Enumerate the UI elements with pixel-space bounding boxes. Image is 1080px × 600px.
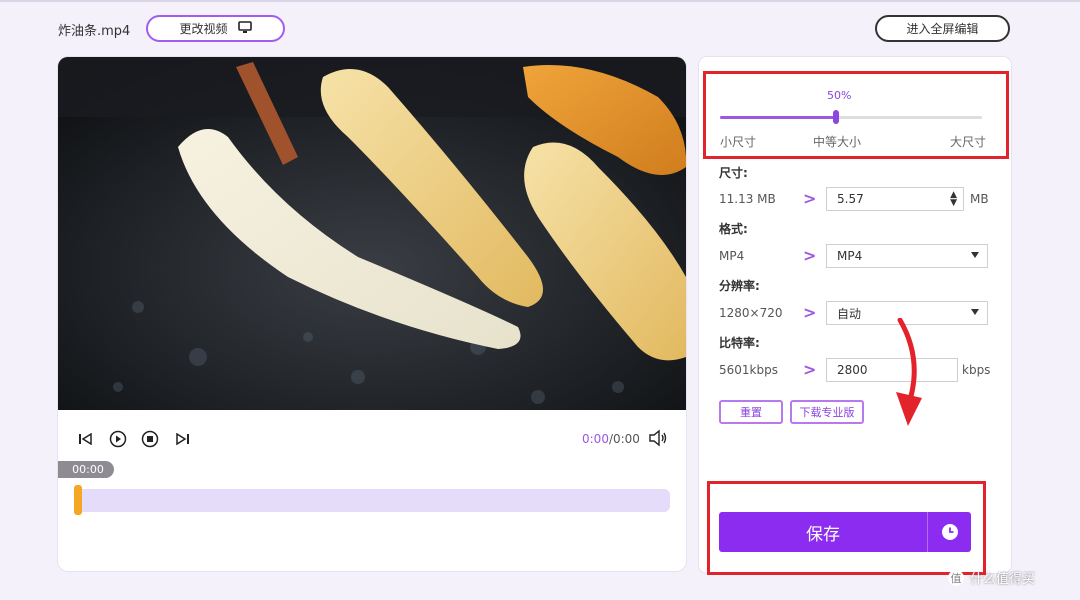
resolution-select-value: 自动 xyxy=(837,306,862,321)
play-icon[interactable] xyxy=(108,429,128,449)
video-panel: 0:00/0:00 00:00 xyxy=(58,57,686,571)
volume-icon[interactable] xyxy=(648,429,668,449)
bitrate-input-value: 2800 xyxy=(837,363,868,377)
resolution-title: 分辨率: xyxy=(719,279,760,293)
fullscreen-edit-button[interactable]: 进入全屏编辑 xyxy=(875,15,1010,42)
watermark-text: 什么值得买 xyxy=(970,572,1036,587)
resolution-original: 1280×720 xyxy=(719,306,783,320)
timeline-track[interactable] xyxy=(74,489,670,512)
file-name: 炸油条.mp4 xyxy=(58,24,131,39)
playback-controls xyxy=(76,429,192,449)
change-video-button[interactable]: 更改视频 xyxy=(146,15,285,42)
total-time: /0:00 xyxy=(608,432,640,446)
top-border xyxy=(0,0,1080,2)
reset-button[interactable]: 重置 xyxy=(719,400,783,424)
timeline-handle[interactable] xyxy=(74,485,82,515)
change-video-label: 更改视频 xyxy=(179,22,228,36)
highlight-box-slider xyxy=(703,71,1009,159)
format-select[interactable]: MP4 xyxy=(826,244,988,268)
skip-forward-icon[interactable] xyxy=(172,429,192,449)
bitrate-title: 比特率: xyxy=(719,336,760,350)
format-select-value: MP4 xyxy=(837,249,863,263)
time-display: 0:00/0:00 xyxy=(582,432,640,446)
monitor-icon xyxy=(237,20,252,37)
annotation-arrow xyxy=(896,318,922,426)
size-input[interactable]: 5.57 ▲ ▼ xyxy=(826,187,964,211)
chevron-right-icon: > xyxy=(803,303,817,322)
watermark: 值 什么值得买 xyxy=(948,568,1035,587)
size-original: 11.13 MB xyxy=(719,192,776,206)
time-bubble: 00:00 xyxy=(58,461,114,478)
current-time: 0:00 xyxy=(582,432,609,446)
watermark-logo: 值 xyxy=(948,569,964,586)
spinner-icon[interactable]: ▲ ▼ xyxy=(950,191,957,208)
download-pro-button[interactable]: 下载专业版 xyxy=(790,400,864,424)
dropdown-arrow-icon xyxy=(971,309,979,315)
chevron-right-icon: > xyxy=(803,189,817,208)
format-original: MP4 xyxy=(719,249,745,263)
bitrate-original: 5601kbps xyxy=(719,363,778,377)
chevron-right-icon: > xyxy=(803,360,817,379)
video-preview[interactable] xyxy=(58,57,686,410)
size-title: 尺寸: xyxy=(719,166,748,180)
dropdown-arrow-icon xyxy=(971,252,979,258)
stop-icon[interactable] xyxy=(140,429,160,449)
bitrate-unit: kbps xyxy=(962,363,991,377)
format-title: 格式: xyxy=(719,222,748,236)
highlight-box-save xyxy=(707,481,986,575)
size-unit: MB xyxy=(970,192,989,206)
skip-back-icon[interactable] xyxy=(76,429,96,449)
size-input-value: 5.57 xyxy=(837,192,864,206)
chevron-right-icon: > xyxy=(803,246,817,265)
